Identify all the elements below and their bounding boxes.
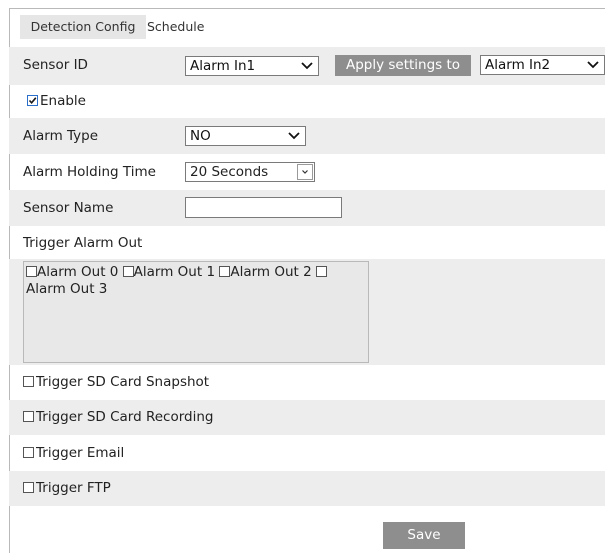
alarm-out-3-label: Alarm Out 3 xyxy=(26,281,108,297)
enable-checkbox[interactable] xyxy=(27,95,38,106)
alarm-type-select[interactable]: NO xyxy=(185,126,306,146)
checkbox-icon[interactable] xyxy=(23,482,34,493)
checkbox-icon[interactable] xyxy=(23,447,34,458)
tab-schedule[interactable]: Schedule xyxy=(147,15,204,39)
trigger-ftp[interactable]: Trigger FTP xyxy=(23,480,111,496)
chevron-down-icon xyxy=(302,170,308,174)
chevron-down-icon xyxy=(288,132,300,140)
checkbox-icon[interactable] xyxy=(122,266,134,277)
checkbox-icon[interactable] xyxy=(23,376,34,387)
alarm-type-label: Alarm Type xyxy=(23,128,99,144)
trigger-email-label: Trigger Email xyxy=(36,445,125,461)
checkbox-icon[interactable] xyxy=(26,266,37,277)
check-icon xyxy=(28,97,37,105)
apply-settings-value: Alarm In2 xyxy=(485,57,551,73)
trigger-sd-snapshot[interactable]: Trigger SD Card Snapshot xyxy=(23,374,209,390)
save-button[interactable]: Save xyxy=(383,522,465,549)
trigger-ftp-label: Trigger FTP xyxy=(36,480,111,496)
chevron-down-icon xyxy=(587,61,599,69)
sensor-name-value xyxy=(186,200,189,215)
alarm-holding-time-label: Alarm Holding Time xyxy=(23,164,156,180)
alarm-out-1[interactable]: Alarm Out 1 xyxy=(122,264,216,280)
sensor-name-input[interactable] xyxy=(185,197,342,218)
sensor-id-label: Sensor ID xyxy=(23,57,88,73)
sensor-id-select[interactable]: Alarm In1 xyxy=(185,56,319,76)
checkbox-icon[interactable] xyxy=(219,266,231,277)
alarm-type-value: NO xyxy=(190,128,211,144)
trigger-email[interactable]: Trigger Email xyxy=(23,445,124,461)
row-alarm-type xyxy=(9,118,605,154)
alarm-out-list: Alarm Out 0 Alarm Out 1 Alarm Out 2 Alar… xyxy=(23,261,369,363)
sensor-name-label: Sensor Name xyxy=(23,200,114,216)
trigger-alarm-out-label: Trigger Alarm Out xyxy=(23,235,143,251)
alarm-out-1-label: Alarm Out 1 xyxy=(133,264,216,280)
alarm-out-0[interactable]: Alarm Out 0 xyxy=(26,264,118,280)
apply-settings-button[interactable]: Apply settings to xyxy=(335,55,471,76)
checkbox-icon[interactable] xyxy=(23,411,34,422)
alarm-out-0-label: Alarm Out 0 xyxy=(37,264,119,280)
trigger-sd-recording-label: Trigger SD Card Recording xyxy=(36,409,214,425)
tab-detection-config[interactable]: Detection Config xyxy=(20,15,146,39)
chevron-down-icon xyxy=(301,62,313,70)
apply-settings-select[interactable]: Alarm In2 xyxy=(480,55,605,75)
alarm-holding-time-value: 20 Seconds xyxy=(190,164,269,180)
alarm-out-2[interactable]: Alarm Out 2 xyxy=(219,264,312,280)
trigger-sd-recording[interactable]: Trigger SD Card Recording xyxy=(23,409,214,425)
dropdown-button[interactable] xyxy=(297,164,313,180)
enable-label: Enable xyxy=(40,93,86,109)
checkbox-icon[interactable] xyxy=(316,266,328,277)
sensor-id-value: Alarm In1 xyxy=(190,58,256,74)
row-enable xyxy=(9,85,605,118)
trigger-sd-snapshot-label: Trigger SD Card Snapshot xyxy=(36,374,210,390)
alarm-out-2-label: Alarm Out 2 xyxy=(230,264,312,280)
enable-checkbox-wrap[interactable]: Enable xyxy=(27,93,86,109)
alarm-holding-time-select[interactable]: 20 Seconds xyxy=(185,162,315,182)
